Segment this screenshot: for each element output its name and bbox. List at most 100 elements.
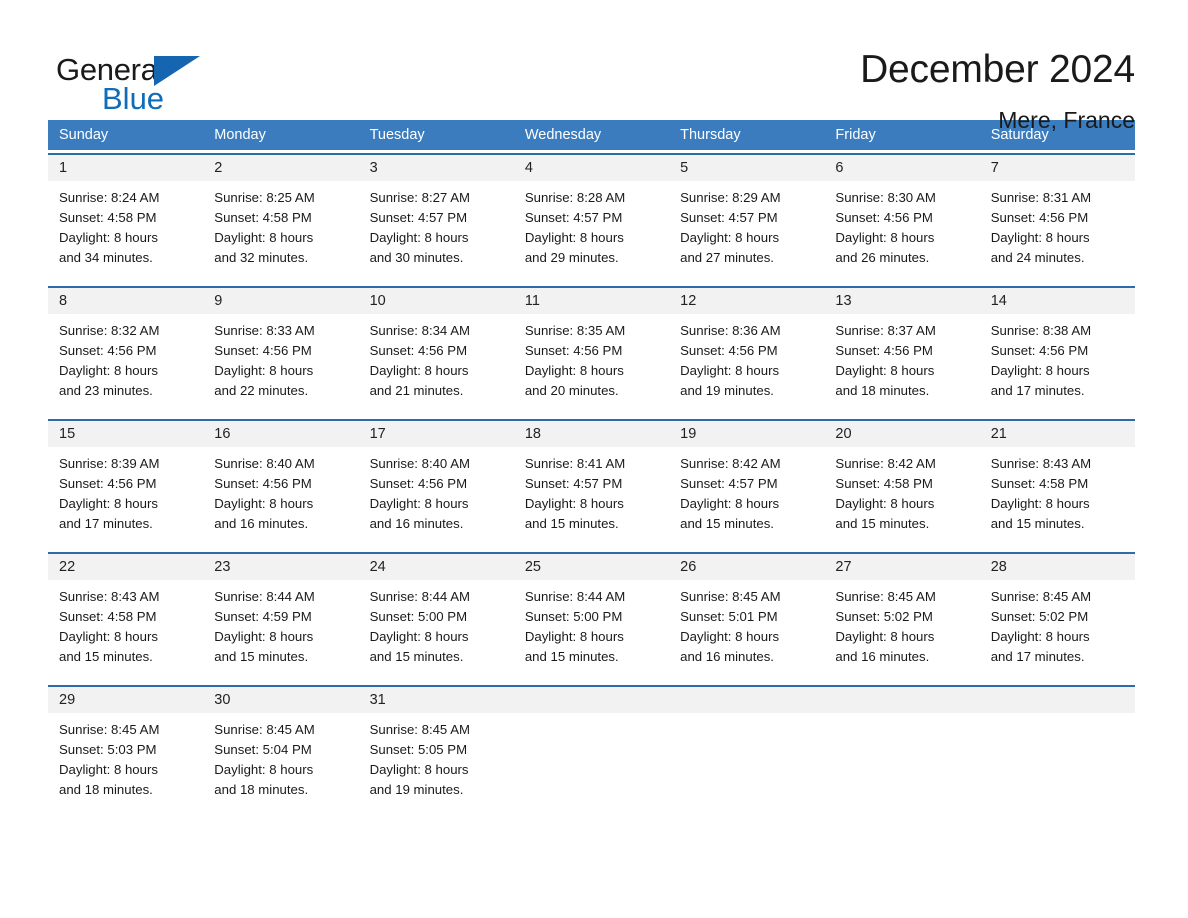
calendar-day-cell[interactable]: 7 Sunrise: 8:31 AM Sunset: 4:56 PM Daylight… <box>979 155 1135 276</box>
calendar-day-cell[interactable]: 3 Sunrise: 8:27 AM Sunset: 4:57 PM Daylight… <box>358 155 514 276</box>
day-number: 14 <box>990 293 1007 309</box>
weekday-header-sunday: Sunday <box>59 127 109 143</box>
calendar-day-cell[interactable]: 6 Sunrise: 8:30 AM Sunset: 4:56 PM Daylight… <box>824 155 980 276</box>
day-sunrise-text: Sunrise: 8:34 AM <box>369 323 470 338</box>
calendar-week-row: 22 Sunrise: 8:43 AM Sunset: 4:58 PM Dayligh… <box>48 552 1135 675</box>
day-details: Sunrise: 8:45 AM Sunset: 5:05 PM Daylight:… <box>359 713 514 808</box>
day-sunrise-text: Sunrise: 8:45 AM <box>835 589 936 604</box>
calendar-day-cell[interactable]: 22 Sunrise: 8:43 AM Sunset: 4:58 PM Dayligh… <box>48 554 204 675</box>
day-details <box>824 713 979 797</box>
calendar-page: General Blue December 2024 Mere, France … <box>0 0 1188 918</box>
day-daylight2-text: and 17 minutes. <box>990 383 1085 398</box>
calendar-day-cell[interactable]: 27 Sunrise: 8:45 AM Sunset: 5:02 PM Dayligh… <box>824 554 980 675</box>
day-daylight2-text: and 16 minutes. <box>214 516 309 531</box>
calendar-day-cell[interactable]: 10 Sunrise: 8:34 AM Sunset: 4:56 PM Dayligh… <box>358 288 514 409</box>
generalblue-logo[interactable]: General Blue <box>56 46 206 116</box>
day-sunrise-text: Sunrise: 8:39 AM <box>59 456 160 471</box>
day-sunset-text: Sunset: 4:56 PM <box>59 343 157 358</box>
day-daylight2-text: and 18 minutes. <box>59 782 153 797</box>
calendar-day-cell[interactable]: 30 Sunrise: 8:45 AM Sunset: 5:04 PM Dayligh… <box>203 687 359 808</box>
calendar-day-cell[interactable]: 25 Sunrise: 8:44 AM Sunset: 5:00 PM Dayligh… <box>513 554 670 675</box>
day-number-band: 18 <box>513 421 670 447</box>
day-details: Sunrise: 8:40 AM Sunset: 4:56 PM Daylight:… <box>359 447 514 542</box>
calendar-day-cell[interactable]: 20 Sunrise: 8:42 AM Sunset: 4:58 PM Dayligh… <box>824 421 980 542</box>
day-sunrise-text: Sunrise: 8:38 AM <box>990 323 1092 338</box>
calendar-day-cell[interactable]: 4 Sunrise: 8:28 AM Sunset: 4:57 PM Daylight… <box>513 155 670 276</box>
day-number-band: 5 <box>669 155 825 181</box>
day-sunrise-text: Sunrise: 8:43 AM <box>59 589 160 604</box>
calendar-day-cell[interactable]: 13 Sunrise: 8:37 AM Sunset: 4:56 PM Dayligh… <box>824 288 980 409</box>
day-sunset-text: Sunset: 4:56 PM <box>369 343 468 358</box>
day-number: 22 <box>59 559 76 575</box>
day-daylight2-text: and 22 minutes. <box>214 383 309 398</box>
day-details: Sunrise: 8:42 AM Sunset: 4:58 PM Daylight:… <box>824 447 979 542</box>
page-title: December 2024 <box>860 48 1135 91</box>
day-sunset-text: Sunset: 4:58 PM <box>59 609 157 624</box>
day-number-band: 21 <box>979 421 1135 447</box>
day-details: Sunrise: 8:25 AM Sunset: 4:58 PM Daylight:… <box>203 181 358 276</box>
day-sunrise-text: Sunrise: 8:25 AM <box>214 190 315 205</box>
day-sunset-text: Sunset: 5:04 PM <box>214 742 312 757</box>
day-number: 21 <box>990 426 1007 442</box>
day-number: 31 <box>369 692 386 708</box>
calendar-day-cell[interactable]: 18 Sunrise: 8:41 AM Sunset: 4:57 PM Dayligh… <box>513 421 670 542</box>
day-number-band: 19 <box>669 421 825 447</box>
day-sunrise-text: Sunrise: 8:45 AM <box>680 589 781 604</box>
calendar-day-cell[interactable]: 8 Sunrise: 8:32 AM Sunset: 4:56 PM Daylight… <box>48 288 204 409</box>
day-number: 15 <box>59 426 76 442</box>
day-sunset-text: Sunset: 4:56 PM <box>524 343 623 358</box>
day-number: 2 <box>214 160 223 176</box>
day-daylight1-text: Daylight: 8 hours <box>680 629 780 644</box>
day-sunrise-text: Sunrise: 8:42 AM <box>680 456 781 471</box>
day-number-band: 31 <box>358 687 514 713</box>
day-number: 26 <box>680 559 697 575</box>
day-sunrise-text: Sunrise: 8:44 AM <box>214 589 315 604</box>
calendar-day-cell[interactable]: 21 Sunrise: 8:43 AM Sunset: 4:58 PM Dayligh… <box>979 421 1135 542</box>
day-daylight2-text: and 15 minutes. <box>214 649 309 664</box>
calendar-day-cell[interactable]: 16 Sunrise: 8:40 AM Sunset: 4:56 PM Dayligh… <box>203 421 359 542</box>
day-number-band <box>824 687 980 713</box>
day-daylight2-text: and 18 minutes. <box>835 383 930 398</box>
day-details: Sunrise: 8:31 AM Sunset: 4:56 PM Daylight:… <box>980 181 1135 276</box>
calendar-day-cell[interactable]: 23 Sunrise: 8:44 AM Sunset: 4:59 PM Dayligh… <box>203 554 359 675</box>
day-sunrise-text: Sunrise: 8:30 AM <box>835 190 936 205</box>
calendar-day-cell[interactable]: 17 Sunrise: 8:40 AM Sunset: 4:56 PM Dayligh… <box>358 421 514 542</box>
weekday-header-friday: Friday <box>835 127 876 143</box>
calendar-day-cell[interactable]: 14 Sunrise: 8:38 AM Sunset: 4:56 PM Dayligh… <box>979 288 1135 409</box>
calendar-day-cell[interactable]: 26 Sunrise: 8:45 AM Sunset: 5:01 PM Dayligh… <box>669 554 825 675</box>
calendar-weeks: 1 Sunrise: 8:24 AM Sunset: 4:58 PM Daylight… <box>48 153 1135 808</box>
calendar-day-cell[interactable]: 19 Sunrise: 8:42 AM Sunset: 4:57 PM Dayligh… <box>669 421 825 542</box>
day-number: 12 <box>680 293 697 309</box>
day-daylight1-text: Daylight: 8 hours <box>990 629 1090 644</box>
calendar-day-cell[interactable]: 12 Sunrise: 8:36 AM Sunset: 4:56 PM Dayligh… <box>669 288 825 409</box>
day-daylight1-text: Daylight: 8 hours <box>524 629 624 644</box>
calendar-day-cell[interactable]: 2 Sunrise: 8:25 AM Sunset: 4:58 PM Daylight… <box>203 155 359 276</box>
day-daylight1-text: Daylight: 8 hours <box>524 363 624 378</box>
calendar-day-cell[interactable]: 28 Sunrise: 8:45 AM Sunset: 5:02 PM Dayligh… <box>979 554 1135 675</box>
logo-text-blue: Blue <box>102 81 165 116</box>
day-sunset-text: Sunset: 4:57 PM <box>680 210 778 225</box>
calendar-day-cell[interactable]: 9 Sunrise: 8:33 AM Sunset: 4:56 PM Daylight… <box>203 288 359 409</box>
calendar-day-cell[interactable]: 5 Sunrise: 8:29 AM Sunset: 4:57 PM Daylight… <box>669 155 825 276</box>
day-daylight2-text: and 16 minutes. <box>369 516 464 531</box>
calendar-day-cell[interactable]: 29 Sunrise: 8:45 AM Sunset: 5:03 PM Dayligh… <box>48 687 204 808</box>
day-number: 28 <box>990 559 1007 575</box>
day-number-band: 25 <box>513 554 670 580</box>
day-number-band: 20 <box>824 421 980 447</box>
calendar-day-cell[interactable]: 11 Sunrise: 8:35 AM Sunset: 4:56 PM Dayligh… <box>513 288 670 409</box>
day-details: Sunrise: 8:44 AM Sunset: 5:00 PM Daylight:… <box>359 580 514 675</box>
day-details: Sunrise: 8:43 AM Sunset: 4:58 PM Daylight:… <box>48 580 203 675</box>
calendar-day-cell[interactable]: 24 Sunrise: 8:44 AM Sunset: 5:00 PM Dayligh… <box>358 554 514 675</box>
day-number-band: 10 <box>358 288 514 314</box>
day-number-band <box>669 687 825 713</box>
day-sunset-text: Sunset: 4:56 PM <box>59 476 157 491</box>
calendar-day-cell[interactable]: 15 Sunrise: 8:39 AM Sunset: 4:56 PM Dayligh… <box>48 421 204 542</box>
calendar-day-cell[interactable]: 1 Sunrise: 8:24 AM Sunset: 4:58 PM Daylight… <box>48 155 204 276</box>
weekday-header-monday: Monday <box>214 127 266 143</box>
day-sunrise-text: Sunrise: 8:32 AM <box>59 323 160 338</box>
day-number: 4 <box>524 160 533 176</box>
calendar-day-cell[interactable]: 31 Sunrise: 8:45 AM Sunset: 5:05 PM Dayligh… <box>358 687 514 808</box>
day-daylight2-text: and 26 minutes. <box>835 250 930 265</box>
day-details: Sunrise: 8:37 AM Sunset: 4:56 PM Daylight:… <box>824 314 979 409</box>
day-number: 13 <box>835 293 852 309</box>
